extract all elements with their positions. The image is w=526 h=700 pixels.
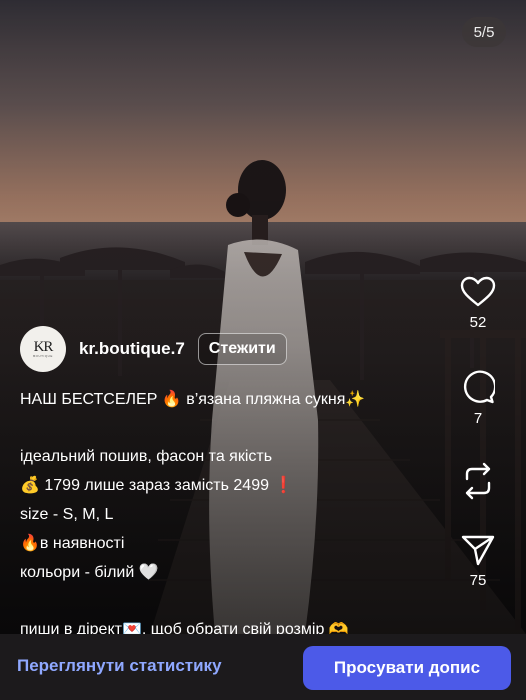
money-bag-emoji: 💰 [20, 477, 40, 494]
bottom-bar: Переглянути статистику Просувати допис [0, 634, 526, 700]
avatar[interactable]: KR BOUTIQUE [20, 326, 66, 372]
white-heart-emoji: 🤍 [138, 564, 159, 581]
fire-emoji: 🔥 [161, 391, 182, 408]
repost-icon [461, 462, 495, 500]
avatar-monogram: KR [33, 339, 54, 355]
fire-emoji: 🔥 [20, 535, 40, 552]
share-icon [461, 534, 495, 566]
exclamation-emoji: ❗ [273, 477, 294, 494]
shares-count: 75 [469, 572, 487, 589]
image-counter: 5/5 [462, 17, 506, 47]
caption-line-4: size - S, M, L [20, 506, 114, 523]
sparkles-emoji: ✨ [345, 391, 366, 408]
boost-post-button[interactable]: Просувати допис [303, 646, 511, 690]
heart-icon [460, 276, 496, 308]
post-caption[interactable]: НАШ БЕСТСЕЛЕР 🔥 в’язана пляжна сукня✨ ід… [20, 385, 460, 644]
caption-line-3: 💰 1799 лише зараз замість 2499 ❗ [20, 471, 460, 500]
comment-icon [461, 370, 495, 404]
avatar-subtitle: BOUTIQUE [33, 354, 53, 358]
caption-line-6: кольори - білий 🤍 [20, 558, 460, 587]
caption-line-5: 🔥в наявності [20, 529, 460, 558]
comments-count: 7 [473, 410, 483, 427]
view-insights-link[interactable]: Переглянути статистику [17, 656, 222, 676]
follow-button[interactable]: Стежити [197, 333, 287, 365]
like-button[interactable]: 52 [448, 276, 508, 331]
author-username[interactable]: kr.boutique.7 [79, 339, 185, 359]
likes-count: 52 [469, 314, 487, 331]
caption-line-2: ідеальний пошив, фасон та якість [20, 448, 273, 465]
caption-line-1: НАШ БЕСТСЕЛЕР 🔥 в’язана пляжна сукня✨ [20, 385, 460, 414]
post-author: KR BOUTIQUE kr.boutique.7 Стежити [20, 326, 287, 372]
